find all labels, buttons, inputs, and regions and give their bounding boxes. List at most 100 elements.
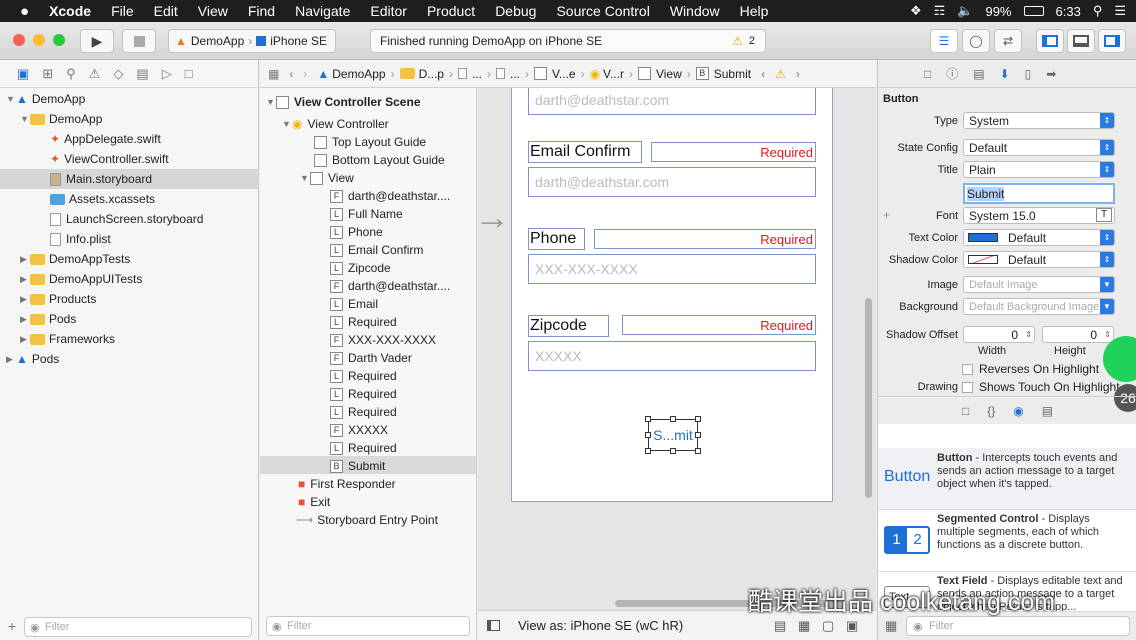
resize-handle[interactable]	[670, 448, 676, 454]
wifi-icon[interactable]: ☶	[934, 3, 946, 19]
outline-item[interactable]: L Required	[330, 384, 397, 404]
tree-item-products[interactable]: ▶ Products	[20, 289, 96, 309]
outline-item[interactable]: L Email Confirm	[330, 240, 423, 260]
toggle-debug-button[interactable]	[1067, 29, 1095, 53]
outline-item[interactable]: F XXXXX	[330, 420, 388, 440]
required-label[interactable]: Required	[594, 229, 816, 249]
checkbox-box[interactable]	[962, 363, 973, 375]
phone-textfield[interactable]: XXX-XXX-XXXX	[528, 254, 816, 284]
resize-handle[interactable]	[695, 448, 701, 454]
identity-inspector-icon[interactable]: ▤	[973, 67, 984, 81]
disclosure-open-icon[interactable]: ▼	[20, 114, 30, 124]
resize-handle[interactable]	[695, 416, 701, 422]
menu-editor[interactable]: Editor	[360, 3, 417, 19]
issue-back-icon[interactable]: ‹	[756, 67, 770, 81]
tree-item-assets[interactable]: Assets.xcassets	[50, 189, 155, 209]
tree-item-pods-folder[interactable]: ▶ Pods	[20, 309, 76, 329]
library-item-segmented-control[interactable]: 12 Segmented Control - Displays multiple…	[878, 510, 1136, 572]
outline-top-layout-guide[interactable]: Top Layout Guide	[314, 132, 426, 152]
bluetooth-icon[interactable]: ❖	[910, 3, 922, 19]
run-button[interactable]: ▶	[80, 29, 114, 53]
resize-handle[interactable]	[645, 432, 651, 438]
checkbox-box[interactable]	[962, 381, 973, 393]
tree-item-viewcontroller[interactable]: ✦ ViewController.swift	[50, 149, 169, 169]
outline-bottom-layout-guide[interactable]: Bottom Layout Guide	[314, 150, 445, 170]
resize-handle[interactable]	[695, 432, 701, 438]
storyboard-canvas[interactable]: → darth@deathstar.com Email Confirm Requ…	[478, 88, 876, 610]
grid-view-icon[interactable]: ▦	[885, 618, 897, 634]
disclosure-open-icon[interactable]: ▼	[6, 94, 16, 104]
outline-item[interactable]: L Full Name	[330, 204, 403, 224]
outline-item[interactable]: L Zipcode	[330, 258, 391, 278]
folder-icon[interactable]: ▣	[17, 66, 29, 82]
outline-item[interactable]: L Required	[330, 438, 397, 458]
outline-filter-input[interactable]: ◉ Filter	[266, 616, 470, 636]
menu-navigate[interactable]: Navigate	[285, 3, 360, 19]
file-template-icon[interactable]: □	[962, 404, 969, 418]
navigator-filter-input[interactable]: ◉ Filter	[24, 617, 252, 637]
disclosure-open-icon[interactable]: ▼	[282, 119, 292, 129]
battery-percent[interactable]: 99%	[985, 4, 1011, 19]
disclosure-closed-icon[interactable]: ▶	[20, 314, 30, 325]
menu-product[interactable]: Product	[417, 3, 485, 19]
email-confirm-label[interactable]: Email Confirm	[528, 141, 642, 163]
jump-crumb-group[interactable]: D...p	[395, 67, 449, 81]
email-textfield[interactable]: darth@deathstar.com	[528, 88, 816, 115]
outline-item[interactable]: Fdarth@deathstar....	[330, 276, 450, 296]
disclosure-closed-icon[interactable]: ▶	[20, 274, 30, 285]
tree-item-demoapp-folder[interactable]: ▼ DemoApp	[20, 109, 102, 129]
library-filter-input[interactable]: ◉ Filter	[906, 616, 1130, 636]
menu-file[interactable]: File	[101, 3, 144, 19]
type-popup[interactable]: System ⇕	[963, 112, 1115, 129]
version-editor-button[interactable]: ⇄	[994, 29, 1022, 53]
required-label[interactable]: Required	[622, 315, 816, 335]
outline-item[interactable]: F Darth Vader	[330, 348, 412, 368]
resize-handle[interactable]	[645, 416, 651, 422]
toggle-navigator-button[interactable]	[1036, 29, 1064, 53]
tree-item-main-storyboard[interactable]: Main.storyboard	[50, 169, 152, 189]
issue-icon[interactable]: ⚠	[89, 66, 101, 82]
email-confirm-textfield[interactable]: darth@deathstar.com	[528, 167, 816, 197]
disclosure-closed-icon[interactable]: ▶	[20, 294, 30, 305]
reverses-checkbox[interactable]: Reverses On Highlight	[962, 362, 1099, 376]
search-icon[interactable]: ⚲	[66, 66, 76, 82]
disclosure-open-icon[interactable]: ▼	[266, 97, 276, 107]
source-control-icon[interactable]: ⊞	[42, 66, 53, 82]
outline-first-responder[interactable]: ■ First Responder	[298, 474, 396, 494]
menu-debug[interactable]: Debug	[485, 3, 546, 19]
zipcode-label[interactable]: Zipcode	[528, 315, 609, 337]
media-library-icon[interactable]: ▤	[1042, 404, 1053, 418]
outline-item[interactable]: L Phone	[330, 222, 383, 242]
warning-icon[interactable]: ⚠	[770, 67, 791, 81]
text-color-popup[interactable]: Default ⇕	[963, 229, 1115, 246]
jump-crumb-storyboard[interactable]: ...	[453, 67, 487, 81]
tree-item-appdelegate[interactable]: ✦ AppDelegate.swift	[50, 129, 161, 149]
volume-icon[interactable]: 🔈	[957, 3, 973, 19]
jump-crumb-project[interactable]: ▲ DemoApp	[312, 67, 390, 81]
menu-view[interactable]: View	[188, 3, 238, 19]
view-controller-frame[interactable]: darth@deathstar.com Email Confirm Requir…	[511, 88, 833, 502]
disclosure-closed-icon[interactable]: ▶	[20, 334, 30, 345]
warning-count[interactable]: 2	[749, 35, 755, 47]
toggle-outline-icon[interactable]	[487, 620, 500, 631]
minimize-window-button[interactable]	[33, 34, 45, 46]
outline-item[interactable]: L Required	[330, 366, 397, 386]
tree-item-pods-project[interactable]: ▶ ▲ Pods	[6, 349, 59, 369]
menu-find[interactable]: Find	[238, 3, 285, 19]
title-type-popup[interactable]: Plain ⇕	[963, 161, 1115, 178]
quick-help-icon[interactable]: ⓘ	[946, 65, 958, 82]
menu-edit[interactable]: Edit	[144, 3, 188, 19]
menu-source-control[interactable]: Source Control	[546, 3, 659, 19]
align-icon[interactable]: ▦	[798, 618, 810, 634]
warning-icon[interactable]: ⚠	[732, 34, 743, 48]
state-config-popup[interactable]: Default ⇕	[963, 139, 1115, 156]
file-inspector-icon[interactable]: □	[924, 67, 931, 81]
zipcode-textfield[interactable]: XXXXX	[528, 341, 816, 371]
outline-item[interactable]: L Required	[330, 312, 397, 332]
font-picker-icon[interactable]: T	[1096, 208, 1112, 222]
shadow-width-stepper[interactable]: 0 ⇕	[963, 326, 1035, 343]
issue-forward-icon[interactable]: ›	[791, 67, 805, 81]
layout-constraints-icon[interactable]: ▤	[774, 618, 786, 634]
debug-icon[interactable]: ▤	[136, 66, 148, 82]
stepper-arrows-icon[interactable]: ⇕	[1104, 330, 1111, 339]
